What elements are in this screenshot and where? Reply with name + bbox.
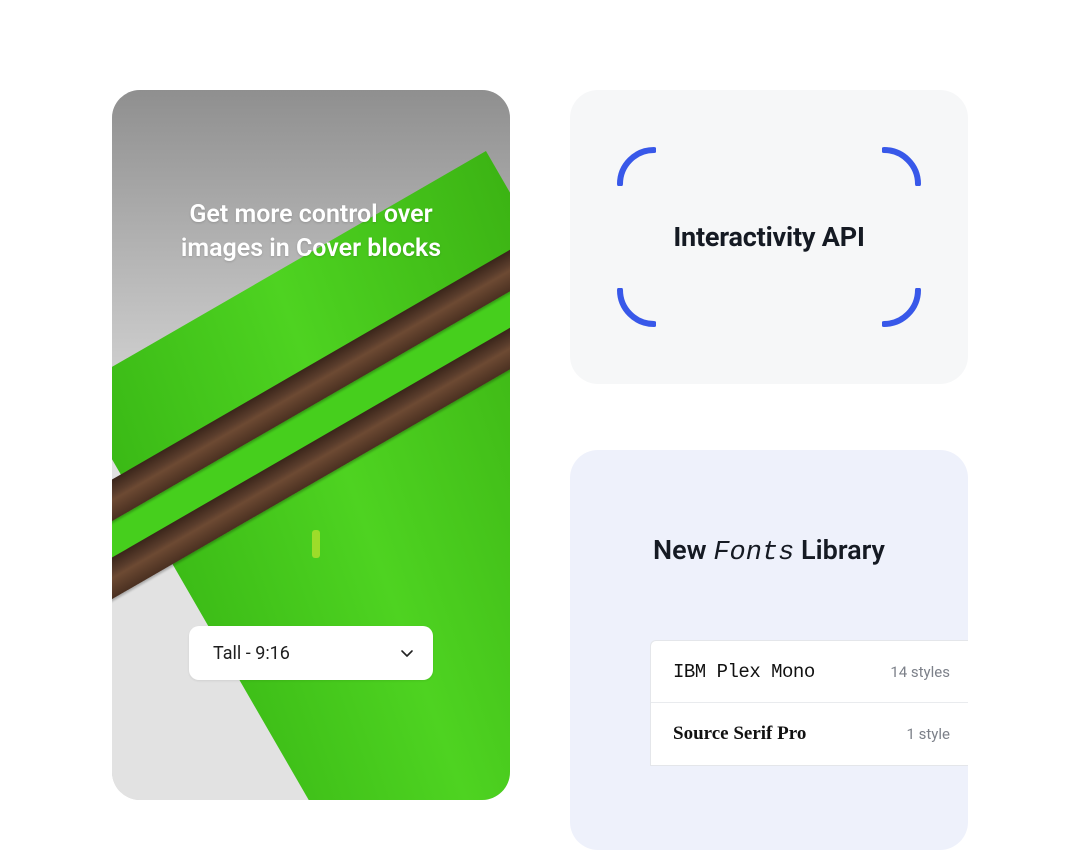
font-name: Source Serif Pro (673, 723, 806, 745)
interactivity-api-card: Interactivity API (570, 90, 968, 384)
interactivity-api-title: Interactivity API (570, 221, 968, 253)
aspect-ratio-select[interactable]: Tall - 9:16 (189, 626, 433, 680)
fonts-title-suffix: Library (794, 534, 885, 566)
focus-corner-icon (616, 288, 656, 328)
cover-title: Get more control over images in Cover bl… (112, 198, 510, 266)
font-list-item[interactable]: Source Serif Pro 1 style (651, 703, 968, 765)
font-styles: 1 style (907, 725, 951, 743)
aspect-ratio-value: Tall - 9:16 (213, 643, 290, 664)
font-name: IBM Plex Mono (673, 661, 815, 683)
cover-block-card: Get more control over images in Cover bl… (112, 90, 510, 800)
cover-small-tag (312, 530, 320, 558)
font-list-item[interactable]: IBM Plex Mono 14 styles (651, 641, 968, 703)
fonts-library-card: New Fonts Library IBM Plex Mono 14 style… (570, 450, 968, 850)
cover-title-line2: images in Cover blocks (181, 234, 441, 263)
focus-corner-icon (882, 288, 922, 328)
font-styles: 14 styles (890, 663, 950, 681)
focus-corner-icon (616, 146, 656, 186)
font-list: IBM Plex Mono 14 styles Source Serif Pro… (650, 640, 968, 766)
chevron-down-icon (399, 645, 415, 661)
fonts-title-italic: Fonts (713, 538, 794, 568)
cover-title-line1: Get more control over (189, 200, 432, 229)
focus-corner-icon (882, 146, 922, 186)
fonts-library-title: New Fonts Library (570, 534, 968, 568)
fonts-title-prefix: New (653, 534, 713, 566)
